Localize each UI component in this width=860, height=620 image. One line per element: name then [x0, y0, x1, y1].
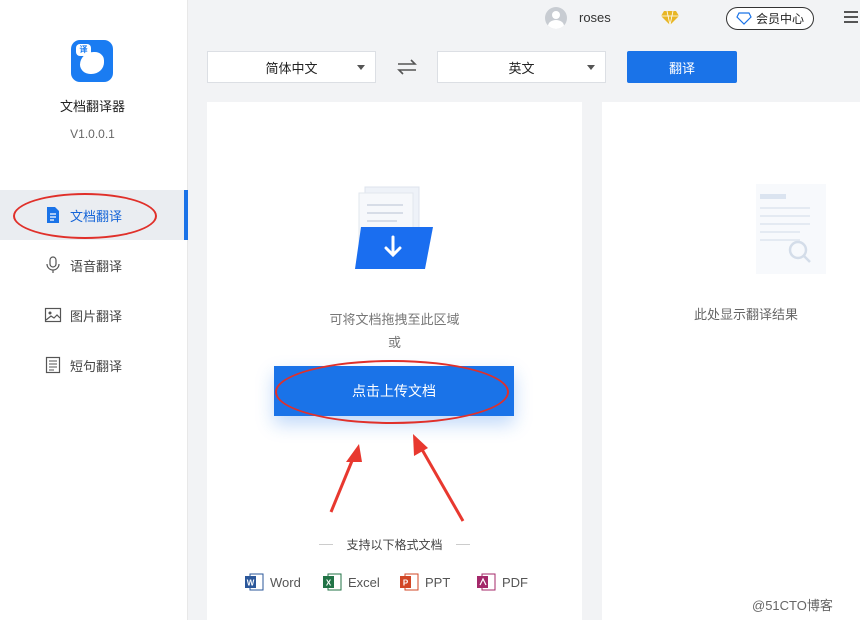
sidebar-item-label: 图片翻译 [70, 309, 123, 325]
member-center-label: 会员中心 [755, 12, 804, 26]
excel-icon: X [323, 573, 342, 591]
app-name: 文档翻译器 [59, 100, 125, 115]
username[interactable]: roses [579, 10, 611, 25]
translate-button[interactable]: 翻译 [627, 51, 737, 83]
member-center-button[interactable]: 会员中心 [726, 7, 814, 30]
sidebar-item-document-translate[interactable]: 文档翻译 [0, 190, 188, 240]
app-logo: 译 [71, 40, 113, 82]
document-icon [44, 206, 62, 224]
diamond-icon[interactable] [660, 10, 680, 26]
word-icon: W [245, 573, 264, 591]
supported-formats-title: 支持以下格式文档 [207, 536, 582, 553]
svg-text:X: X [326, 579, 332, 588]
sidebar-item-label: 文档翻译 [70, 209, 123, 225]
source-language-select[interactable]: 简体中文 [207, 51, 376, 83]
sidebar-item-voice-translate[interactable]: 语音翻译 [0, 240, 188, 290]
upload-document-button[interactable]: 点击上传文档 [274, 366, 514, 416]
watermark: @51CTO博客 [752, 598, 833, 613]
chevron-down-icon [587, 65, 595, 70]
format-excel: X Excel [322, 572, 380, 592]
sidebar: 译 文档翻译器 V1.0.0.1 文档翻译 语音翻译 图片翻译 短句翻译 [0, 0, 188, 620]
format-word: W Word [244, 572, 301, 592]
sidebar-item-short-translate[interactable]: 短句翻译 [0, 340, 188, 390]
menu-icon[interactable] [844, 11, 858, 23]
or-text: 或 [387, 336, 401, 351]
source-language-value: 简体中文 [265, 61, 318, 77]
sidebar-item-image-translate[interactable]: 图片翻译 [0, 290, 188, 340]
target-language-value: 英文 [508, 61, 535, 77]
format-label: Excel [348, 574, 380, 590]
diamond-outline-icon [736, 12, 752, 25]
pdf-icon [477, 573, 496, 591]
sidebar-item-label: 短句翻译 [70, 359, 123, 375]
format-ppt: P PPT [399, 572, 450, 592]
sidebar-item-label: 语音翻译 [70, 259, 123, 275]
format-label: Word [270, 574, 301, 590]
upload-folder-icon [355, 186, 433, 269]
image-icon [44, 306, 62, 324]
format-label: PDF [502, 574, 528, 590]
sentence-icon [44, 356, 62, 374]
ppt-icon: P [400, 573, 419, 591]
bird-icon [80, 52, 104, 74]
format-label: PPT [425, 574, 451, 590]
svg-text:W: W [247, 579, 255, 588]
result-document-icon [756, 184, 826, 274]
format-pdf: PDF [476, 572, 528, 592]
microphone-icon [44, 256, 62, 274]
target-language-select[interactable]: 英文 [437, 51, 606, 83]
swap-icon[interactable] [396, 58, 418, 76]
drop-hint: 可将文档拖拽至此区域 [329, 313, 460, 328]
result-placeholder: 此处显示翻译结果 [693, 308, 798, 323]
avatar[interactable] [545, 7, 567, 29]
app-version: V1.0.0.1 [70, 127, 115, 141]
chevron-down-icon [357, 65, 365, 70]
svg-text:P: P [403, 579, 409, 588]
